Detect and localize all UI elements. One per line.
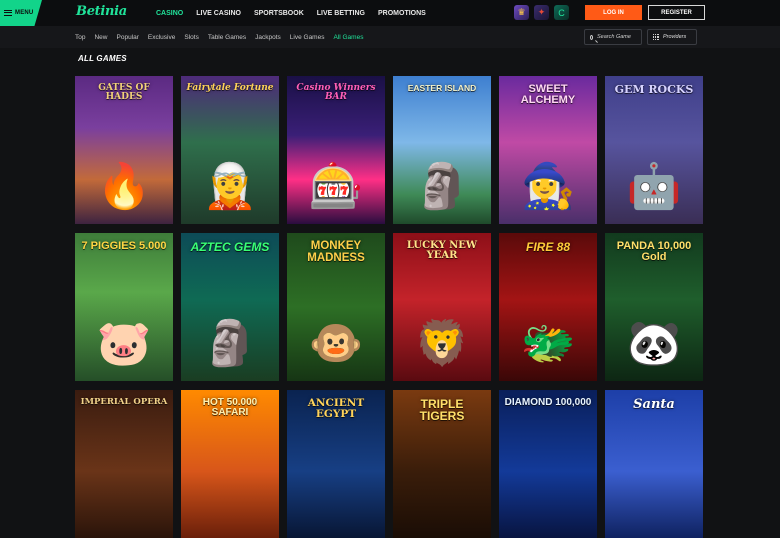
- game-tile[interactable]: GEM ROCKS 🤖: [605, 76, 703, 224]
- game-tile[interactable]: Fairytale Fortune 🧝: [181, 76, 279, 224]
- filter-jackpots[interactable]: Jackpots: [255, 34, 281, 41]
- filter-table-games[interactable]: Table Games: [208, 34, 246, 41]
- game-tile[interactable]: Santa: [605, 390, 703, 538]
- game-artwork: 🎰: [308, 162, 364, 211]
- filter-popular[interactable]: Popular: [117, 34, 139, 41]
- game-artwork: 🔥: [96, 162, 152, 211]
- crown-icon[interactable]: ♛: [514, 5, 529, 20]
- nav-live-betting[interactable]: LIVE BETTING: [317, 10, 365, 17]
- game-artwork: 🧝: [202, 162, 258, 211]
- nav-sportsbook[interactable]: SPORTSBOOK: [254, 10, 304, 17]
- game-title: Fairytale Fortune: [186, 83, 274, 93]
- filter-live-games[interactable]: Live Games: [290, 34, 325, 41]
- game-artwork: 🐲: [520, 319, 576, 368]
- game-title: SWEET ALCHEMY: [520, 83, 576, 107]
- game-artwork: 🦁: [414, 319, 470, 368]
- hamburger-icon: [4, 10, 12, 16]
- section-title: ALL GAMES: [78, 54, 127, 63]
- search-icon: [590, 34, 593, 40]
- game-title: EASTER ISLAND: [407, 83, 477, 93]
- game-tile[interactable]: PANDA 10,000 Gold 🐼: [605, 233, 703, 381]
- category-filters: Top New Popular Exclusive Slots Table Ga…: [75, 26, 372, 48]
- main-nav: CASINO LIVE CASINO SPORTSBOOK LIVE BETTI…: [156, 0, 439, 26]
- game-artwork: 🤖: [626, 162, 682, 211]
- filter-new[interactable]: New: [94, 34, 107, 41]
- game-title: DIAMOND 100,000: [504, 397, 592, 408]
- game-tile[interactable]: HOT 50.000 SAFARI: [181, 390, 279, 538]
- nav-live-casino[interactable]: LIVE CASINO: [196, 10, 241, 17]
- game-tile[interactable]: 7 PIGGIES 5.000 🐷: [75, 233, 173, 381]
- game-title: IMPERIAL OPERA: [80, 397, 168, 407]
- filter-top[interactable]: Top: [75, 34, 85, 41]
- game-title: PANDA 10,000 Gold: [616, 240, 692, 264]
- betinia-logo[interactable]: Betinia: [76, 4, 127, 19]
- filter-all-games[interactable]: All Games: [333, 34, 363, 41]
- game-artwork: 🗿: [414, 162, 470, 211]
- game-artwork: 🐵: [308, 319, 364, 368]
- game-title: GATES OF HADES: [98, 83, 150, 103]
- providers-button[interactable]: Providers: [647, 29, 697, 45]
- game-tile[interactable]: GATES OF HADES 🔥: [75, 76, 173, 224]
- nav-casino[interactable]: CASINO: [156, 10, 183, 17]
- menu-label: MENU: [15, 10, 34, 16]
- c-coin-icon[interactable]: C: [554, 5, 569, 20]
- game-artwork: 🗿: [202, 319, 258, 368]
- game-title: Casino Winners BAR: [296, 83, 376, 103]
- providers-label: Providers: [663, 34, 687, 40]
- game-title: MONKEY MADNESS: [307, 240, 365, 264]
- gift-icon[interactable]: ✦: [534, 5, 549, 20]
- game-tile[interactable]: SWEET ALCHEMY 🧙‍♀️: [499, 76, 597, 224]
- game-tile[interactable]: FIRE 88 🐲: [499, 233, 597, 381]
- game-artwork: 🐼: [626, 319, 682, 368]
- filter-exclusive[interactable]: Exclusive: [148, 34, 175, 41]
- game-title: AZTEC GEMS: [190, 240, 270, 254]
- game-title: LUCKY NEW YEAR: [406, 240, 478, 262]
- game-title: Santa: [633, 397, 675, 412]
- game-tile[interactable]: Casino Winners BAR 🎰: [287, 76, 385, 224]
- register-button[interactable]: REGISTER: [648, 5, 705, 20]
- game-tile[interactable]: IMPERIAL OPERA: [75, 390, 173, 538]
- game-artwork: 🧙‍♀️: [520, 162, 576, 211]
- search-game-box[interactable]: [584, 29, 642, 45]
- login-button[interactable]: LOG IN: [585, 5, 642, 20]
- game-title: 7 PIGGIES 5.000: [81, 240, 167, 252]
- game-tile[interactable]: LUCKY NEW YEAR 🦁: [393, 233, 491, 381]
- game-tile[interactable]: EASTER ISLAND 🗿: [393, 76, 491, 224]
- game-title: FIRE 88: [525, 240, 570, 254]
- game-title: HOT 50.000 SAFARI: [202, 397, 258, 419]
- top-bar: MENU Betinia CASINO LIVE CASINO SPORTSBO…: [0, 0, 780, 26]
- filter-slots[interactable]: Slots: [184, 34, 198, 41]
- search-game-input[interactable]: [597, 34, 641, 40]
- menu-button[interactable]: MENU: [0, 0, 42, 26]
- game-tile[interactable]: TRIPLE TIGERS: [393, 390, 491, 538]
- game-title: GEM ROCKS: [614, 83, 694, 96]
- nav-promotions[interactable]: PROMOTIONS: [378, 10, 426, 17]
- games-grid: GATES OF HADES 🔥 Fairytale Fortune 🧝 Casino …: [75, 76, 705, 538]
- game-artwork: 🐷: [96, 319, 152, 368]
- game-tile[interactable]: ANCIENT EGYPT: [287, 390, 385, 538]
- game-title: ANCIENT EGYPT: [307, 397, 365, 420]
- grid-icon: [653, 34, 659, 40]
- game-tile[interactable]: AZTEC GEMS 🗿: [181, 233, 279, 381]
- game-tile[interactable]: MONKEY MADNESS 🐵: [287, 233, 385, 381]
- promo-icons: ♛ ✦ C: [514, 5, 569, 20]
- game-title: TRIPLE TIGERS: [419, 397, 465, 424]
- game-tile[interactable]: DIAMOND 100,000: [499, 390, 597, 538]
- category-filter-bar: Top New Popular Exclusive Slots Table Ga…: [0, 26, 780, 48]
